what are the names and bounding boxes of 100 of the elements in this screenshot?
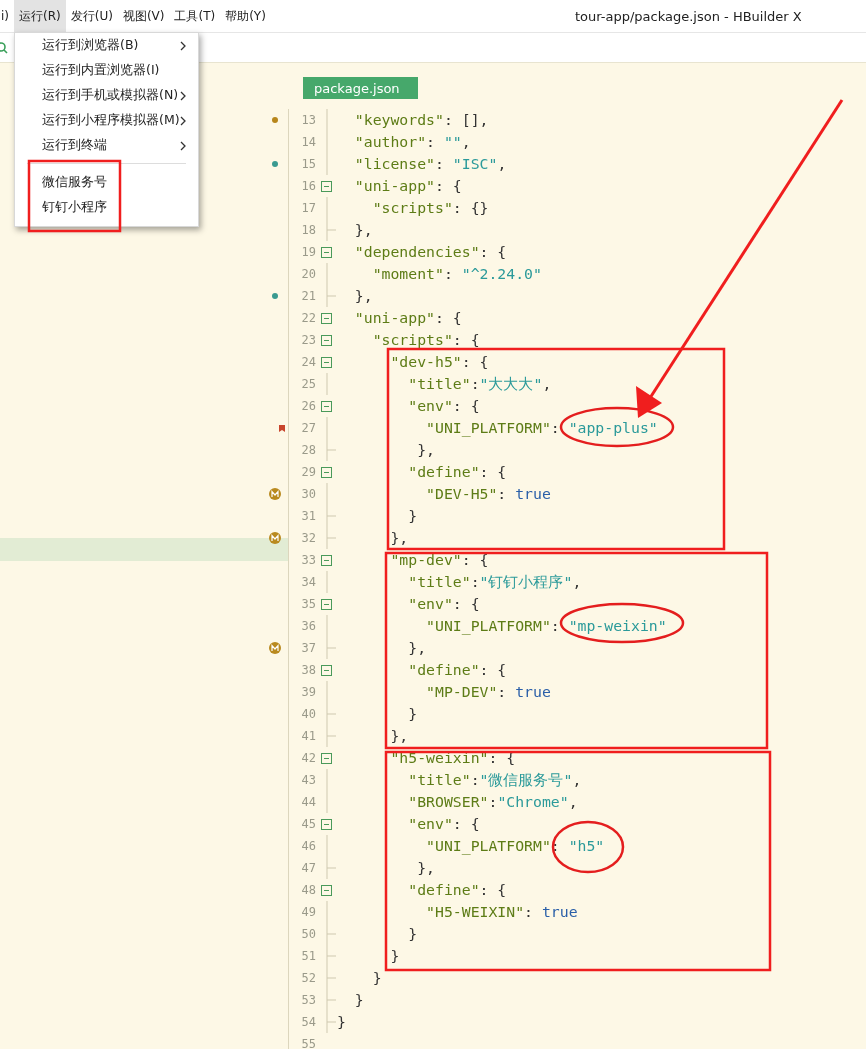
code-line: "dependencies": { (353, 242, 507, 262)
code-line: "moment": "^2.24.0" (371, 264, 542, 284)
code-line: } (337, 1012, 346, 1032)
code-line: } (407, 506, 418, 526)
line-number: 33 (288, 549, 316, 571)
code-line: "env": { (407, 814, 480, 834)
code-line: "author": "", (353, 132, 471, 152)
line-number: 21 (288, 285, 316, 307)
line-number: 44 (288, 791, 316, 813)
fold-toggle-icon[interactable] (321, 818, 332, 830)
code-line: "define": { (407, 880, 507, 900)
code-line: }, (353, 220, 373, 240)
code-line: }, (389, 726, 409, 746)
code-line: "uni-app": { (353, 176, 462, 196)
code-line: } (389, 946, 400, 966)
line-number: 41 (288, 725, 316, 747)
code-line: } (407, 924, 418, 944)
fold-toggle-icon[interactable] (321, 466, 332, 478)
menu-entry[interactable]: 钉钉小程序 (15, 195, 198, 220)
line-number: 40 (288, 703, 316, 725)
fold-toggle-icon[interactable] (321, 554, 332, 566)
menu-item[interactable]: 视图(V) (117, 0, 170, 32)
search-icon[interactable] (0, 41, 8, 54)
line-number: 52 (288, 967, 316, 989)
line-number: 22 (288, 307, 316, 329)
code-line: }, (353, 286, 373, 306)
line-number: 30 (288, 483, 316, 505)
fold-toggle-icon[interactable] (321, 884, 332, 896)
menu-item[interactable]: 发行(U) (65, 0, 118, 32)
line-number: 47 (288, 857, 316, 879)
code-line: "env": { (407, 594, 480, 614)
menu-item[interactable]: 帮助(Y) (220, 0, 271, 32)
fold-toggle-icon[interactable] (321, 356, 332, 368)
line-number: 16 (288, 175, 316, 197)
code-line: "BROWSER":"Chrome", (407, 792, 578, 812)
fold-toggle-icon[interactable] (321, 400, 332, 412)
menu-item[interactable]: i) (0, 0, 14, 32)
line-number: 48 (288, 879, 316, 901)
menu-entry[interactable]: 运行到浏览器(B) (15, 33, 198, 58)
fold-toggle-icon[interactable] (321, 752, 332, 764)
code-line: "uni-app": { (353, 308, 462, 328)
window-title: tour-app/package.json - HBuilder X (575, 7, 802, 26)
code-line: }, (416, 440, 435, 460)
code-line: "DEV-H5": true (425, 484, 551, 504)
fold-toggle-icon[interactable] (321, 246, 332, 258)
code-line: "H5-WEIXIN": true (425, 902, 578, 922)
fold-toggle-icon[interactable] (321, 334, 332, 346)
code-line: } (371, 968, 382, 988)
line-number: 34 (288, 571, 316, 593)
line-number: 55 (288, 1033, 316, 1049)
code-line: "scripts": {} (371, 198, 489, 218)
code-line: "define": { (407, 462, 507, 482)
menu-entry[interactable]: 运行到手机或模拟器(N) (15, 83, 198, 108)
code-line: } (407, 704, 418, 724)
menu-entry[interactable]: 运行到终端 (15, 133, 198, 158)
line-number: 53 (288, 989, 316, 1011)
line-number: 15 (288, 153, 316, 175)
code-line: "UNI_PLATFORM": "app-plus" (425, 418, 658, 439)
fold-toggle-icon[interactable] (321, 598, 332, 610)
menu-entry[interactable]: 微信服务号 (15, 170, 198, 195)
line-number: 54 (288, 1011, 316, 1033)
line-number: 49 (288, 901, 316, 923)
line-number: 31 (288, 505, 316, 527)
line-number: 37 (288, 637, 316, 659)
menu-item[interactable]: 运行(R) (14, 0, 66, 32)
fold-toggle-icon[interactable] (321, 180, 332, 192)
line-number: 38 (288, 659, 316, 681)
line-number: 25 (288, 373, 316, 395)
code-line: "UNI_PLATFORM": "h5" (425, 836, 605, 857)
line-number: 23 (288, 329, 316, 351)
line-number: 39 (288, 681, 316, 703)
fold-toggle-icon[interactable] (321, 664, 332, 676)
line-number: 45 (288, 813, 316, 835)
menu-entry[interactable]: 运行到内置浏览器(I) (15, 58, 198, 83)
code-line: "define": { (407, 660, 507, 680)
line-number: 13 (288, 109, 316, 131)
code-line: "keywords": [], (353, 110, 489, 130)
fold-toggle-icon[interactable] (321, 312, 332, 324)
line-number: 32 (288, 527, 316, 549)
line-number: 42 (288, 747, 316, 769)
code-line: "MP-DEV": true (425, 682, 551, 702)
line-number: 14 (288, 131, 316, 153)
code-line: "dev-h5": { (389, 352, 489, 372)
line-number: 46 (288, 835, 316, 857)
code-line: "scripts": { (371, 330, 480, 350)
code-line: "license": "ISC", (353, 154, 507, 174)
code-line: "title":"微信服务号", (407, 770, 582, 790)
line-number: 19 (288, 241, 316, 263)
line-number: 29 (288, 461, 316, 483)
line-number: 24 (288, 351, 316, 373)
line-number: 26 (288, 395, 316, 417)
line-number: 18 (288, 219, 316, 241)
menu-item[interactable]: 工具(T) (169, 0, 221, 32)
line-number: 28 (288, 439, 316, 461)
code-line: "title":"大大大", (407, 374, 552, 394)
line-number: 43 (288, 769, 316, 791)
code-line: "env": { (407, 396, 480, 416)
menu-entry[interactable]: 运行到小程序模拟器(M) (15, 108, 198, 133)
code-line: "UNI_PLATFORM": "mp-weixin" (425, 616, 667, 637)
line-number: 51 (288, 945, 316, 967)
